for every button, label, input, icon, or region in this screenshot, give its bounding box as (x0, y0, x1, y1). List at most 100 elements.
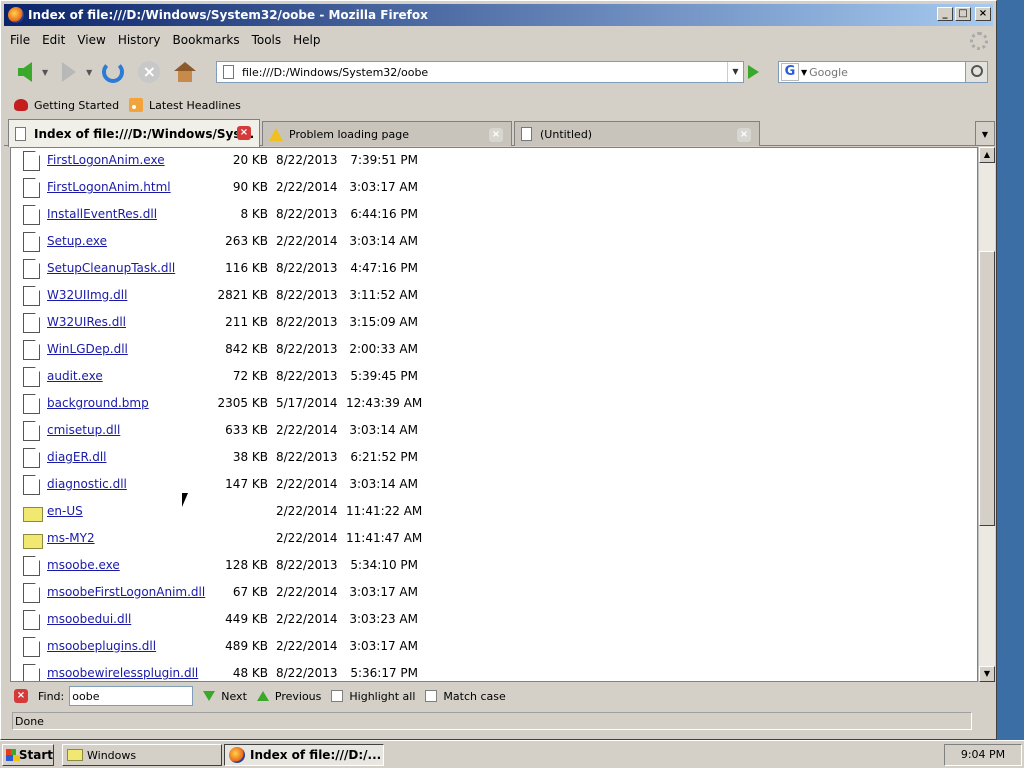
menu-tools[interactable]: Tools (246, 33, 288, 47)
file-time: 3:03:17 AM (349, 180, 418, 194)
file-link[interactable]: background.bmp (47, 396, 149, 410)
file-date: 8/22/2013 (276, 450, 338, 464)
close-tab-icon[interactable]: × (489, 128, 503, 142)
file-link[interactable]: SetupCleanupTask.dll (47, 261, 175, 275)
file-size: 211 KB (225, 315, 268, 329)
file-size: 72 KB (232, 369, 268, 383)
menu-view[interactable]: View (71, 33, 111, 47)
file-icon (23, 556, 40, 576)
file-size: 38 KB (232, 450, 268, 464)
file-link[interactable]: msoobedui.dll (47, 612, 131, 626)
scroll-down-button[interactable]: ▼ (979, 666, 995, 682)
file-link[interactable]: diagER.dll (47, 450, 107, 464)
file-link[interactable]: msoobeplugins.dll (47, 639, 156, 653)
windows-logo-icon (6, 749, 20, 761)
menu-file[interactable]: File (4, 33, 36, 47)
page-icon (521, 127, 532, 141)
menu-history[interactable]: History (112, 33, 167, 47)
url-input[interactable] (242, 65, 727, 79)
home-button[interactable] (170, 57, 200, 87)
find-next-button[interactable]: Next (203, 690, 247, 703)
search-engine-dropdown[interactable]: ▼ (801, 68, 807, 77)
file-link[interactable]: ms-MY2 (47, 531, 95, 545)
file-link[interactable]: cmisetup.dll (47, 423, 120, 437)
highlight-all-label: Highlight all (349, 689, 416, 703)
bookmarks-toolbar: Getting Started Latest Headlines (4, 94, 241, 116)
tab-untitled[interactable]: (Untitled) × (514, 121, 760, 146)
file-date: 8/22/2013 (276, 315, 338, 329)
back-button[interactable] (10, 57, 40, 87)
file-link[interactable]: Setup.exe (47, 234, 107, 248)
file-link[interactable]: FirstLogonAnim.exe (47, 153, 165, 167)
minimize-button[interactable]: _ (937, 7, 953, 21)
file-date: 8/22/2013 (276, 342, 338, 356)
file-size: 128 KB (225, 558, 268, 572)
file-icon (23, 259, 40, 279)
url-bar[interactable]: ▼ (216, 61, 744, 83)
file-link[interactable]: WinLGDep.dll (47, 342, 128, 356)
search-bar[interactable]: G ▼ (778, 61, 988, 83)
tab-problem-loading[interactable]: Problem loading page × (262, 121, 512, 146)
taskbar-item-firefox[interactable]: Index of file:///D:/... (224, 744, 384, 766)
file-icon (23, 610, 40, 630)
close-window-button[interactable]: × (975, 7, 991, 21)
menu-bookmarks[interactable]: Bookmarks (167, 33, 246, 47)
taskbar: Start Windows Index of file:///D:/... 9:… (0, 740, 1024, 768)
file-link[interactable]: diagnostic.dll (47, 477, 127, 491)
file-size: 147 KB (225, 477, 268, 491)
file-link[interactable]: audit.exe (47, 369, 103, 383)
scroll-thumb[interactable] (979, 251, 995, 526)
file-icon (23, 421, 40, 441)
reload-button[interactable] (98, 57, 128, 87)
file-link[interactable]: W32UIRes.dll (47, 315, 126, 329)
status-bar: Done (4, 711, 993, 731)
tab-index-of-file[interactable]: Index of file:///D:/Windows/Sys... × (8, 119, 260, 147)
stop-icon: × (138, 61, 161, 83)
back-history-dropdown[interactable]: ▼ (42, 68, 48, 77)
tab-strip: Index of file:///D:/Windows/Sys... × Pro… (4, 118, 995, 147)
file-link[interactable]: msoobe.exe (47, 558, 120, 572)
menu-edit[interactable]: Edit (36, 33, 71, 47)
title-bar[interactable]: Index of file:///D:/Windows/System32/oob… (4, 4, 993, 26)
close-find-bar-icon[interactable]: × (14, 689, 28, 703)
file-time: 5:34:10 PM (350, 558, 418, 572)
file-link[interactable]: FirstLogonAnim.html (47, 180, 171, 194)
taskbar-item-label: Windows (87, 748, 137, 762)
bookmark-getting-started[interactable]: Getting Started (14, 99, 119, 112)
back-arrow-icon (18, 62, 32, 82)
file-link[interactable]: en-US (47, 504, 83, 518)
search-engine-icon[interactable]: G (781, 63, 799, 81)
forward-history-dropdown[interactable]: ▼ (86, 68, 92, 77)
match-case-checkbox[interactable]: Match case (425, 690, 506, 703)
menu-help[interactable]: Help (287, 33, 326, 47)
bookmark-label: Getting Started (34, 98, 120, 112)
find-input[interactable] (69, 686, 194, 706)
stop-button[interactable]: × (134, 57, 164, 87)
file-date: 8/22/2013 (276, 288, 338, 302)
file-icon (23, 367, 40, 387)
mouse-cursor-icon (182, 493, 188, 507)
reload-icon (102, 61, 125, 83)
highlight-all-button[interactable]: Highlight all (331, 690, 415, 703)
search-input[interactable] (809, 65, 960, 79)
vertical-scrollbar[interactable]: ▲ ▼ (978, 147, 995, 682)
file-size: 67 KB (232, 585, 268, 599)
scroll-up-button[interactable]: ▲ (979, 147, 995, 163)
start-button[interactable]: Start (2, 744, 54, 766)
close-tab-icon[interactable]: × (237, 126, 251, 140)
forward-button[interactable] (54, 57, 84, 87)
search-icon[interactable] (965, 62, 987, 82)
file-time: 3:15:09 AM (349, 315, 418, 329)
firefox-bookmark-icon (14, 99, 28, 111)
go-button[interactable] (748, 65, 759, 79)
url-history-dropdown[interactable]: ▼ (727, 62, 743, 82)
bookmark-latest-headlines[interactable]: Latest Headlines (129, 98, 241, 112)
file-time: 3:03:23 AM (349, 612, 418, 626)
file-link[interactable]: InstallEventRes.dll (47, 207, 157, 221)
file-link[interactable]: W32UIImg.dll (47, 288, 127, 302)
find-previous-button[interactable]: Previous (256, 690, 321, 703)
close-tab-icon[interactable]: × (737, 128, 751, 142)
tab-list-dropdown[interactable]: ▼ (975, 121, 995, 146)
taskbar-item-windows[interactable]: Windows (62, 744, 222, 766)
maximize-button[interactable]: □ (955, 7, 971, 21)
